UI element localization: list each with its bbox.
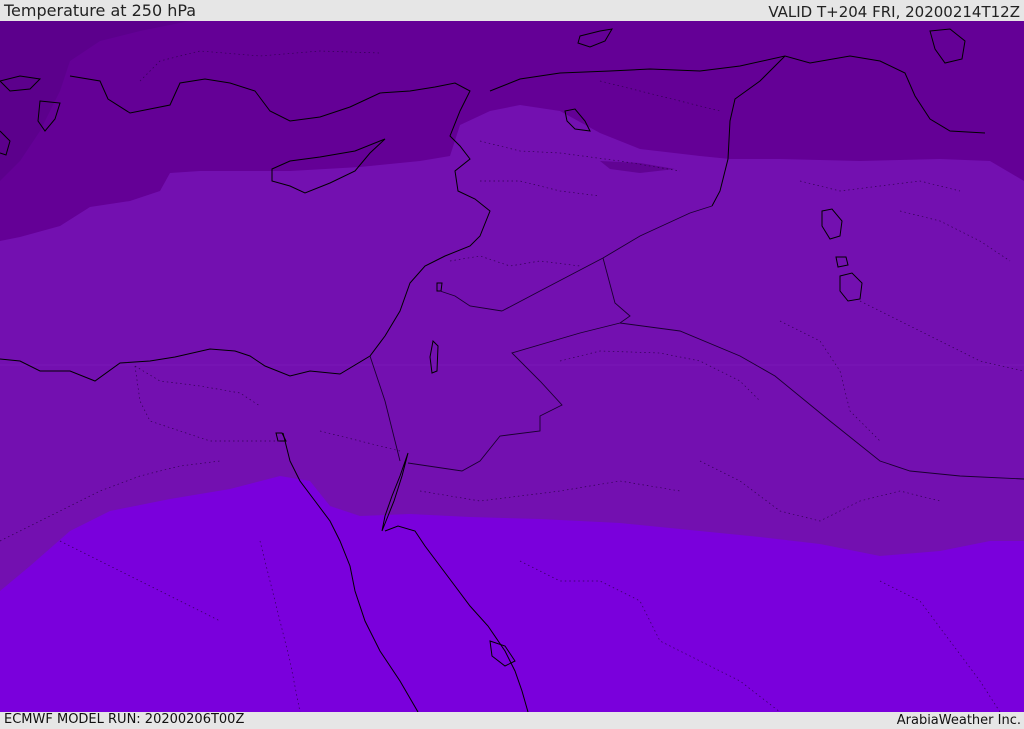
- footer-bar: ECMWF MODEL RUN: 20200206T00Z ArabiaWeat…: [0, 712, 1024, 729]
- header-bar: Temperature at 250 hPa VALID T+204 FRI, …: [0, 0, 1024, 21]
- credit: ArabiaWeather Inc.: [896, 713, 1021, 728]
- valid-time: VALID T+204 FRI, 20200214T12Z: [768, 3, 1020, 21]
- map-title: Temperature at 250 hPa: [4, 1, 197, 20]
- weather-map[interactable]: [0, 21, 1024, 712]
- model-run: ECMWF MODEL RUN: 20200206T00Z: [4, 712, 245, 727]
- map-canvas: [0, 21, 1024, 712]
